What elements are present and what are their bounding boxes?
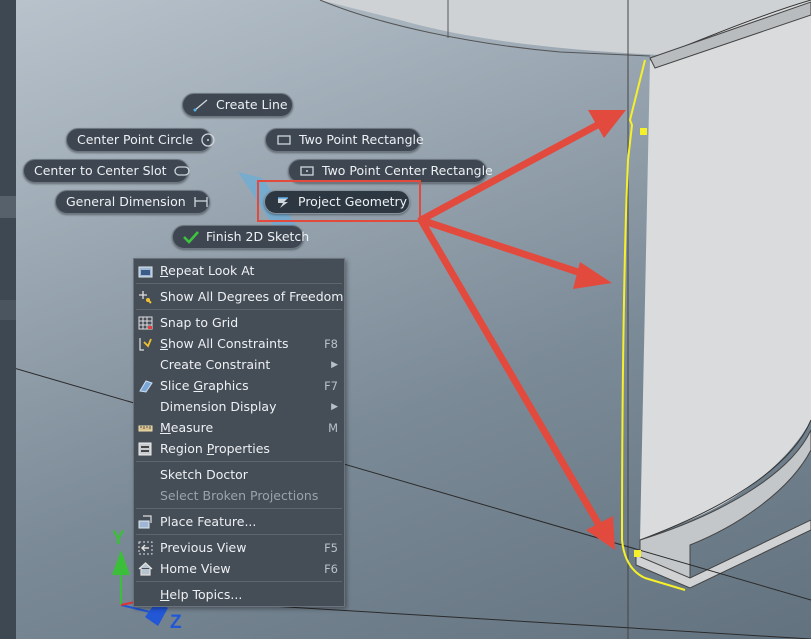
menu-item-help-topics[interactable]: Help Topics...: [134, 585, 344, 605]
menu-item-region-properties[interactable]: Region Properties: [134, 439, 344, 459]
create-line-button[interactable]: Create Line: [182, 93, 293, 117]
submenu-arrow-icon: ▶: [331, 360, 338, 370]
menu-item-measure[interactable]: Measure M: [134, 418, 344, 438]
menu-item-home-view[interactable]: Home View F6: [134, 559, 344, 579]
sketch-point: [640, 128, 647, 135]
slot-icon: [173, 164, 190, 178]
menu-item-previous-view[interactable]: Previous View F5: [134, 538, 344, 558]
place-feature-icon: [138, 515, 153, 529]
3d-viewport[interactable]: Y Z: [0, 0, 811, 639]
grid-icon: [138, 316, 153, 330]
rectangle-icon: [276, 133, 292, 147]
axis-y-label: Y: [112, 528, 125, 549]
previous-view-icon: [138, 541, 153, 555]
sketch-point: [634, 550, 641, 557]
highlight-box: [257, 180, 421, 222]
dimension-icon: [193, 195, 209, 209]
menu-item-dimension-display[interactable]: Dimension Display ▶: [134, 397, 344, 417]
home-view-icon: [138, 562, 153, 576]
check-icon: [183, 230, 199, 244]
circle-icon: [200, 133, 216, 147]
two-point-rectangle-button[interactable]: Two Point Rectangle: [265, 128, 424, 152]
center-to-center-slot-button[interactable]: Center to Center Slot: [23, 159, 190, 183]
menu-item-select-broken-projections: Select Broken Projections: [160, 488, 319, 503]
menu-item-sketch-doctor[interactable]: Sketch Doctor: [134, 465, 344, 485]
menu-item-show-all-constraints[interactable]: Show All Constraints F8: [134, 334, 344, 354]
menu-item-create-constraint[interactable]: Create Constraint ▶: [134, 355, 344, 375]
left-panel-edge: [0, 0, 16, 639]
center-rectangle-icon: [299, 164, 315, 178]
dof-icon: [138, 290, 153, 304]
menu-item-place-feature[interactable]: Place Feature...: [134, 512, 344, 532]
menu-item-snap-to-grid[interactable]: Snap to Grid: [134, 313, 344, 333]
submenu-arrow-icon: ▶: [331, 402, 338, 412]
finish-2d-sketch-button[interactable]: Finish 2D Sketch: [172, 225, 309, 249]
general-dimension-button[interactable]: General Dimension: [55, 190, 210, 214]
center-point-circle-button[interactable]: Center Point Circle: [66, 128, 215, 152]
region-properties-icon: [138, 442, 153, 456]
context-menu: Repeat Look At Show All Degrees of Freed…: [133, 258, 345, 607]
constraints-icon: [138, 337, 153, 351]
line-icon: [193, 98, 209, 112]
menu-item-repeat-look-at[interactable]: Repeat Look At: [134, 261, 344, 281]
look-at-icon: [138, 264, 153, 278]
right-face: [640, 0, 811, 540]
menu-item-show-all-dof[interactable]: Show All Degrees of Freedom: [134, 287, 344, 307]
axis-z-label: Z: [170, 612, 182, 633]
slice-graphics-icon: [138, 379, 153, 393]
measure-icon: [138, 421, 153, 435]
menu-item-slice-graphics[interactable]: Slice Graphics F7: [134, 376, 344, 396]
